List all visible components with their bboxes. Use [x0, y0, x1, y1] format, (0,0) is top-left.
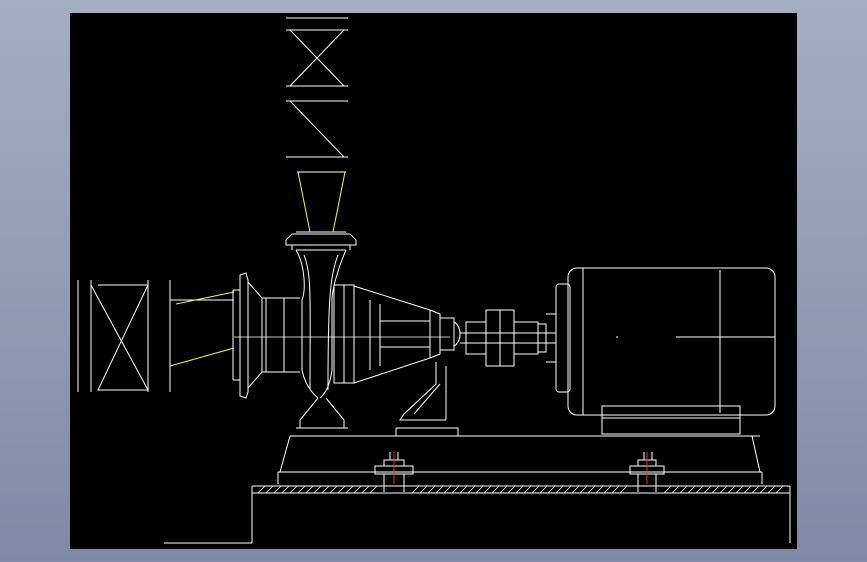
pump-discharge-flange	[285, 231, 357, 250]
pump-suction-flange	[232, 272, 300, 399]
pump-bearing-housing	[333, 284, 461, 437]
concrete-foundation	[164, 485, 791, 544]
shaft-coupling	[460, 309, 556, 367]
electric-motor	[546, 267, 776, 435]
discharge-gate-valve	[286, 17, 348, 158]
pump-base-frame	[277, 435, 763, 484]
suction-gate-valve	[77, 280, 171, 392]
cad-drawing-viewport[interactable]	[70, 13, 797, 549]
foundation-hatching	[257, 485, 784, 494]
discharge-reducer	[297, 171, 346, 233]
suction-reducer	[169, 291, 235, 367]
pump-assembly-drawing	[77, 17, 791, 544]
